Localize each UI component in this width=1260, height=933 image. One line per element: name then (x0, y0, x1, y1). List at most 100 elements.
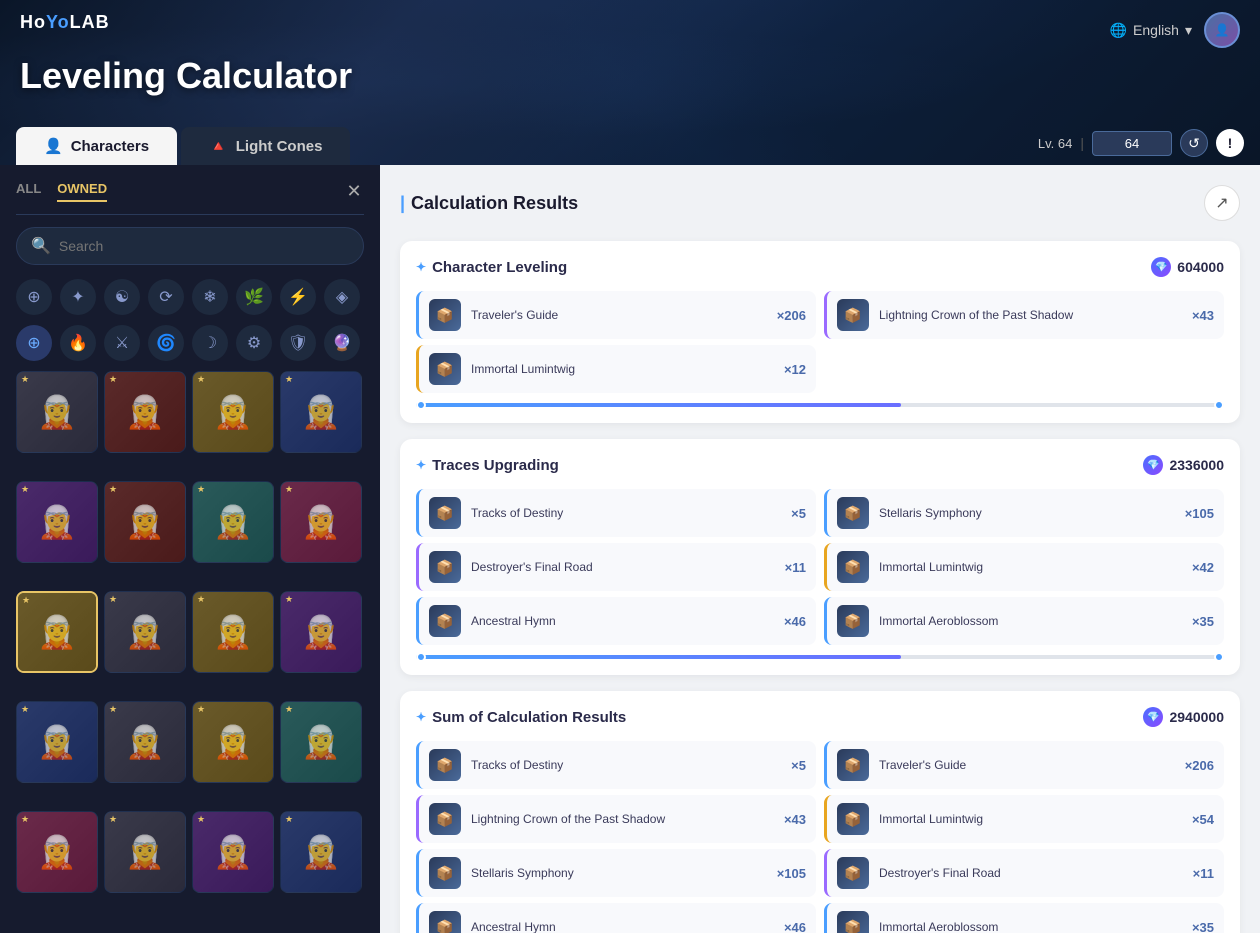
calc-section-character_leveling: Character Leveling 💎 604000 📦 Traveler's… (400, 241, 1240, 423)
list-item: 📦 Tracks of Destiny ×5 (416, 489, 816, 537)
character-card[interactable]: 🧝 ★ (192, 371, 274, 453)
list-item: 📦 Destroyer's Final Road ×11 (416, 543, 816, 591)
filter-gear[interactable]: ⚙ (236, 325, 272, 361)
items-right: 📦 Stellaris Symphony ×105 📦 Immortal Lum… (824, 489, 1224, 645)
character-card[interactable]: 🧝 ★ (16, 371, 98, 453)
character-grid: 🧝 ★ 🧝 ★ 🧝 ★ 🧝 ★ 🧝 ★ 🧝 ★ 🧝 ★ 🧝 (16, 371, 364, 917)
item-icon: 📦 (837, 497, 869, 529)
results-title: Calculation Results (400, 193, 578, 214)
character-card[interactable]: 🧝 ★ (192, 811, 274, 893)
sidebar-tab-owned[interactable]: OWNED (57, 181, 107, 202)
progress-bar[interactable] (416, 403, 1224, 407)
share-button[interactable]: ↗ (1204, 185, 1240, 221)
item-icon: 📦 (429, 497, 461, 529)
item-count: ×5 (791, 506, 806, 521)
char-star: ★ (21, 374, 29, 385)
character-card[interactable]: 🧝 ★ (104, 701, 186, 783)
character-card[interactable]: 🧝 ★ (280, 701, 362, 783)
filter-hunt[interactable]: ⟳ (148, 279, 184, 315)
calc-section-traces_upgrading: Traces Upgrading 💎 2336000 📦 Tracks of D… (400, 439, 1240, 675)
item-name: Immortal Lumintwig (471, 362, 774, 376)
filter-moon[interactable]: ☽ (192, 325, 228, 361)
character-card[interactable]: 🧝 ★ (104, 481, 186, 563)
filter-void[interactable]: 🌀 (148, 325, 184, 361)
level-refresh-button[interactable]: ↺ (1180, 129, 1208, 157)
filter-magic[interactable]: 🔮 (324, 325, 360, 361)
list-item: 📦 Immortal Lumintwig ×12 (416, 345, 816, 393)
sidebar-close-button[interactable]: ✕ (340, 177, 368, 205)
character-card[interactable]: 🧝 ★ (104, 371, 186, 453)
filter-harmony[interactable]: ✦ (60, 279, 96, 315)
character-card[interactable]: 🧝 ★ (16, 811, 98, 893)
character-card[interactable]: 🧝 ★ (280, 481, 362, 563)
character-card[interactable]: 🧝 ★ (104, 811, 186, 893)
char-star: ★ (285, 484, 293, 495)
search-input[interactable] (59, 238, 349, 254)
alert-button[interactable]: ! (1216, 129, 1244, 157)
filter-sword[interactable]: ⚔ (104, 325, 140, 361)
list-item: 📦 Traveler's Guide ×206 (824, 741, 1224, 789)
char-star: ★ (109, 594, 117, 605)
list-item: 📦 Ancestral Hymn ×46 (416, 597, 816, 645)
item-icon: 📦 (429, 299, 461, 331)
level-input[interactable] (1092, 131, 1172, 156)
char-star: ★ (21, 704, 29, 715)
filter-all[interactable]: ⊕ (16, 279, 52, 315)
character-card[interactable]: 🧝 ★ (16, 481, 98, 563)
item-count: ×42 (1192, 560, 1214, 575)
item-icon: 📦 (429, 911, 461, 933)
language-selector[interactable]: 🌐 English ▾ (1110, 22, 1192, 39)
item-name: Tracks of Destiny (471, 758, 781, 772)
item-count: ×46 (784, 920, 806, 933)
item-icon: 📦 (837, 749, 869, 781)
filter-thunder[interactable]: ⚡ (280, 279, 316, 315)
section-cost: 💎 2336000 (1143, 455, 1224, 475)
items-left: 📦 Tracks of Destiny ×5 📦 Destroyer's Fin… (416, 489, 816, 645)
character-card[interactable]: 🧝 ★ (280, 371, 362, 453)
filter-quantum[interactable]: ◈ (324, 279, 360, 315)
item-name: Destroyer's Final Road (879, 866, 1183, 880)
characters-tab-icon: 👤 (44, 137, 63, 155)
filter-fire[interactable]: 🔥 (60, 325, 96, 361)
item-name: Lightning Crown of the Past Shadow (879, 308, 1182, 322)
tab-characters[interactable]: 👤 Characters (16, 127, 177, 165)
section-header: Sum of Calculation Results 💎 2940000 (416, 707, 1224, 727)
character-card[interactable]: 🧝 ★ (16, 701, 98, 783)
user-avatar[interactable]: 👤 (1204, 12, 1240, 48)
item-icon: 📦 (429, 605, 461, 637)
filter-balance[interactable]: ☯ (104, 279, 140, 315)
character-card[interactable]: 🧝 ★ (192, 591, 274, 673)
item-count: ×5 (791, 758, 806, 773)
filter-shield[interactable]: 🛡 (280, 325, 316, 361)
main-content: ✕ ALL OWNED 🔍 ⊕ ✦ ☯ ⟳ ❄ 🌿 ⚡ ◈ ⊕ 🔥 ⚔ 🌀 ☽ (0, 165, 1260, 933)
sections-container: Character Leveling 💎 604000 📦 Traveler's… (400, 241, 1240, 933)
item-icon: 📦 (429, 353, 461, 385)
list-item: 📦 Lightning Crown of the Past Shadow ×43 (824, 291, 1224, 339)
character-card[interactable]: 🧝 ★ (192, 481, 274, 563)
char-star: ★ (197, 594, 205, 605)
filter-active[interactable]: ⊕ (16, 325, 52, 361)
items-grid: 📦 Tracks of Destiny ×5 📦 Lightning Crown… (416, 741, 1224, 933)
item-icon: 📦 (429, 803, 461, 835)
character-card[interactable]: 🧝 ★ (104, 591, 186, 673)
filter-wind[interactable]: 🌿 (236, 279, 272, 315)
item-count: ×43 (1192, 308, 1214, 323)
list-item: 📦 Immortal Lumintwig ×54 (824, 795, 1224, 843)
item-count: ×11 (785, 560, 806, 575)
progress-fill (416, 655, 901, 659)
filter-ice[interactable]: ❄ (192, 279, 228, 315)
character-card[interactable]: 🧝 ★ (280, 591, 362, 673)
tab-light-cones[interactable]: 🔺 Light Cones (181, 127, 350, 165)
progress-dot-left (416, 652, 426, 662)
character-card[interactable]: 🧝 ★ (280, 811, 362, 893)
sidebar-tab-all[interactable]: ALL (16, 181, 41, 202)
item-count: ×12 (784, 362, 806, 377)
character-card[interactable]: 🧝 ★ (16, 591, 98, 673)
character-card[interactable]: 🧝 ★ (192, 701, 274, 783)
sidebar-tabs: ALL OWNED (16, 181, 364, 202)
item-count: ×105 (1185, 506, 1214, 521)
progress-bar[interactable] (416, 655, 1224, 659)
light-cones-tab-label: Light Cones (236, 138, 323, 155)
progress-dot-right (1214, 652, 1224, 662)
list-item: 📦 Tracks of Destiny ×5 (416, 741, 816, 789)
